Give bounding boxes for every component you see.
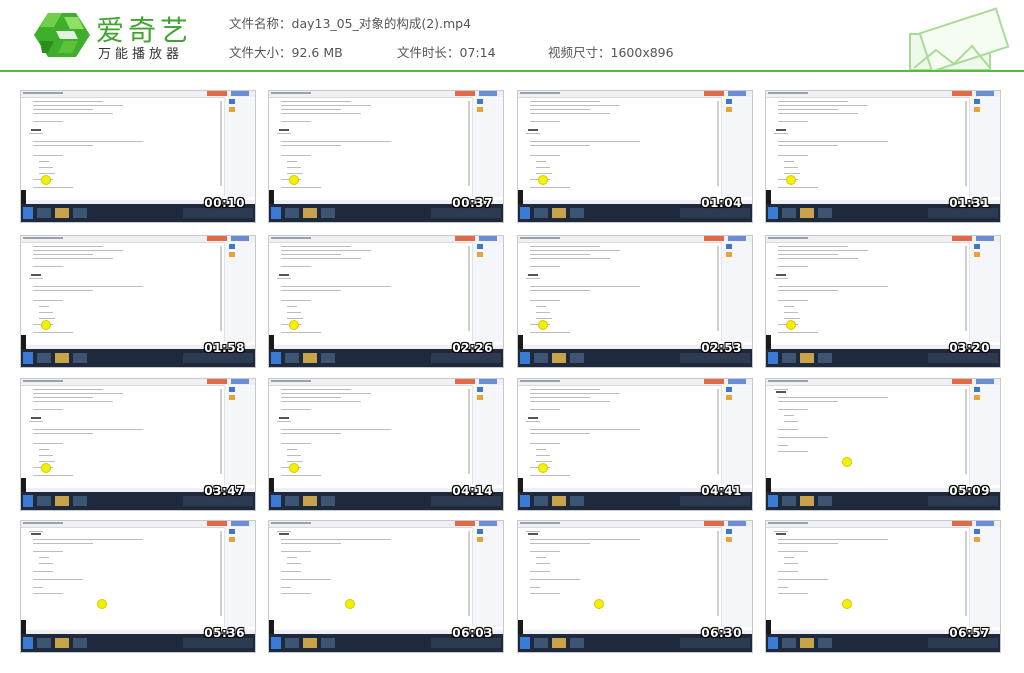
cursor-highlight-icon [786, 175, 796, 185]
video-thumbnail[interactable]: 05:09 [765, 378, 1001, 511]
thumbnail-timestamp: 06:03 [452, 626, 493, 640]
document-preview [524, 244, 724, 336]
file-name-value: day13_05_对象的构成(2).mp4 [291, 16, 472, 31]
cursor-highlight-icon [41, 175, 51, 185]
cursor-highlight-icon [538, 320, 548, 330]
header-divider [0, 70, 1024, 72]
video-thumbnail[interactable]: 04:41 [517, 378, 753, 511]
video-thumbnail[interactable]: 02:26 [268, 235, 504, 368]
video-thumbnail[interactable]: 00:10 [20, 90, 256, 223]
file-duration-info: 文件时长：07:14 [397, 42, 496, 61]
thumbnail-timestamp: 03:47 [204, 484, 245, 498]
file-name-info: 文件名称：day13_05_对象的构成(2).mp4 [229, 13, 471, 32]
video-thumbnail[interactable]: 04:14 [268, 378, 504, 511]
cursor-highlight-icon [345, 599, 355, 609]
file-duration-value: 07:14 [459, 45, 496, 60]
document-preview [27, 529, 227, 621]
cursor-highlight-icon [41, 463, 51, 473]
document-preview [27, 244, 227, 336]
thumbnail-timestamp: 05:36 [204, 626, 245, 640]
document-preview [524, 387, 724, 479]
document-preview [275, 99, 475, 191]
document-preview [27, 387, 227, 479]
document-preview [275, 387, 475, 479]
thumbnail-grid: 00:10 00:37 01:04 01:31 01:58 02:26 02:53 03:20… [20, 90, 1010, 660]
video-resolution-label: 视频尺寸： [548, 45, 611, 60]
document-preview [524, 99, 724, 191]
thumbnail-timestamp: 00:10 [204, 196, 245, 210]
file-duration-label: 文件时长： [397, 45, 460, 60]
thumbnail-timestamp: 02:53 [701, 341, 742, 355]
thumbnail-timestamp: 01:58 [204, 341, 245, 355]
video-thumbnail[interactable]: 06:03 [268, 520, 504, 653]
header: 爱奇艺 万能播放器 文件名称：day13_05_对象的构成(2).mp4 文件大… [0, 0, 1024, 70]
cursor-highlight-icon [842, 599, 852, 609]
cursor-highlight-icon [842, 457, 852, 467]
file-size-value: 92.6 MB [291, 45, 343, 60]
thumbnail-timestamp: 03:20 [949, 341, 990, 355]
cursor-highlight-icon [289, 463, 299, 473]
video-thumbnail[interactable]: 03:47 [20, 378, 256, 511]
cursor-highlight-icon [97, 599, 107, 609]
document-preview [27, 99, 227, 191]
film-frame-decoration-icon [909, 7, 1010, 70]
cursor-highlight-icon [538, 175, 548, 185]
file-name-label: 文件名称： [229, 16, 292, 31]
document-preview [772, 244, 972, 336]
thumbnail-timestamp: 01:31 [949, 196, 990, 210]
iqiyi-logo-icon [34, 13, 90, 57]
document-preview [772, 99, 972, 191]
app-logo: 爱奇艺 万能播放器 [34, 11, 194, 62]
file-size-label: 文件大小： [229, 45, 292, 60]
thumbnail-timestamp: 02:26 [452, 341, 493, 355]
video-thumbnail[interactable]: 00:37 [268, 90, 504, 223]
video-thumbnail[interactable]: 02:53 [517, 235, 753, 368]
video-thumbnail[interactable]: 01:04 [517, 90, 753, 223]
document-preview [524, 529, 724, 621]
video-thumbnail[interactable]: 05:36 [20, 520, 256, 653]
document-preview [772, 387, 972, 479]
thumbnail-timestamp: 04:14 [452, 484, 493, 498]
thumbnail-timestamp: 06:30 [701, 626, 742, 640]
video-thumbnail[interactable]: 03:20 [765, 235, 1001, 368]
video-resolution-value: 1600x896 [610, 45, 674, 60]
cursor-highlight-icon [41, 320, 51, 330]
file-size-info: 文件大小：92.6 MB [229, 42, 343, 61]
thumbnail-timestamp: 06:57 [949, 626, 990, 640]
video-thumbnail[interactable]: 06:30 [517, 520, 753, 653]
video-thumbnail[interactable]: 01:58 [20, 235, 256, 368]
logo-subtitle: 万能播放器 [98, 47, 184, 62]
cursor-highlight-icon [289, 175, 299, 185]
thumbnail-timestamp: 05:09 [949, 484, 990, 498]
cursor-highlight-icon [538, 463, 548, 473]
document-preview [275, 529, 475, 621]
thumbnail-timestamp: 04:41 [701, 484, 742, 498]
document-preview [275, 244, 475, 336]
cursor-highlight-icon [594, 599, 604, 609]
video-thumbnail[interactable]: 06:57 [765, 520, 1001, 653]
video-resolution-info: 视频尺寸：1600x896 [548, 42, 674, 61]
cursor-highlight-icon [289, 320, 299, 330]
thumbnail-timestamp: 01:04 [701, 196, 742, 210]
document-preview [772, 529, 972, 621]
video-thumbnail[interactable]: 01:31 [765, 90, 1001, 223]
cursor-highlight-icon [786, 320, 796, 330]
thumbnail-timestamp: 00:37 [452, 196, 493, 210]
